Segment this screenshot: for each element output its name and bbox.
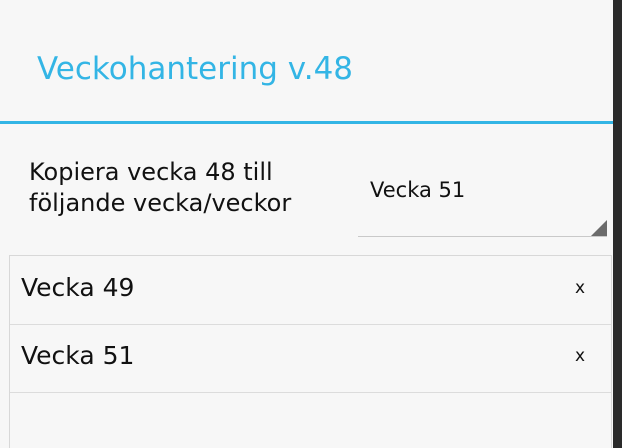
spinner-underline: [358, 236, 607, 237]
week-spinner[interactable]: Vecka 51: [358, 160, 608, 238]
dropdown-corner-icon: [591, 220, 607, 236]
copy-to-weeks-label: Kopiera vecka 48 till följande vecka/vec…: [29, 157, 349, 219]
selected-weeks-list: Vecka 49 x Vecka 51 x: [9, 255, 612, 448]
list-item-label: Vecka 49: [21, 273, 135, 302]
copy-label-line-1: Kopiera vecka 48 till: [29, 158, 273, 186]
list-item-week-51: Vecka 51 x: [10, 324, 611, 393]
remove-week-49-button[interactable]: x: [568, 274, 592, 302]
week-management-dialog: Veckohantering v.48 Kopiera vecka 48 til…: [0, 0, 613, 448]
remove-week-51-button[interactable]: x: [568, 342, 592, 370]
title-divider: [0, 121, 613, 124]
week-spinner-value: Vecka 51: [370, 178, 466, 202]
background-edge: [613, 0, 622, 448]
list-item-week-49: Vecka 49 x: [10, 256, 611, 325]
list-item-label: Vecka 51: [21, 341, 135, 370]
copy-label-line-2: följande vecka/veckor: [29, 189, 292, 217]
dialog-title: Veckohantering v.48: [37, 51, 354, 87]
